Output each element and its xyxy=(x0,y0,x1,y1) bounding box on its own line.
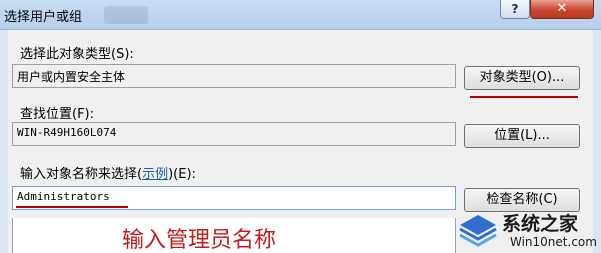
object-names-value: Administrators xyxy=(17,190,110,203)
help-button[interactable]: ? xyxy=(500,0,530,19)
annotation-text: 输入管理员名称 xyxy=(122,228,277,253)
object-types-button[interactable]: 对象类型(O)... xyxy=(464,66,580,90)
blurred-title-fragment xyxy=(104,6,148,24)
location-label: 查找位置(F): xyxy=(20,107,95,122)
watermark-logo-icon xyxy=(459,215,497,247)
object-names-label: 输入对象名称来选择(示例)(E): xyxy=(20,163,196,182)
object-names-label-prefix: 输入对象名称来选择( xyxy=(20,167,143,182)
title-bar: 选择用户或组 ? ✕ xyxy=(0,0,601,30)
object-names-label-suffix: )(E): xyxy=(168,167,196,182)
location-field: WIN-R49H160L074 xyxy=(12,122,456,146)
watermark-name: 系统之家 xyxy=(502,213,579,235)
window-title: 选择用户或组 xyxy=(4,10,83,25)
watermark-url: Win10net.com xyxy=(510,235,597,249)
object-type-label: 选择此对象类型(S): xyxy=(20,47,134,62)
locations-button[interactable]: 位置(L)... xyxy=(464,124,580,148)
annotation-underline-object-types xyxy=(470,96,578,98)
close-button[interactable]: ✕ xyxy=(530,0,594,19)
examples-link[interactable]: 示例 xyxy=(142,167,168,182)
object-type-field: 用户或内置安全主体 xyxy=(12,64,456,88)
site-watermark: 系统之家 Win10net.com xyxy=(452,205,601,253)
annotation-underline-administrators xyxy=(16,206,128,208)
